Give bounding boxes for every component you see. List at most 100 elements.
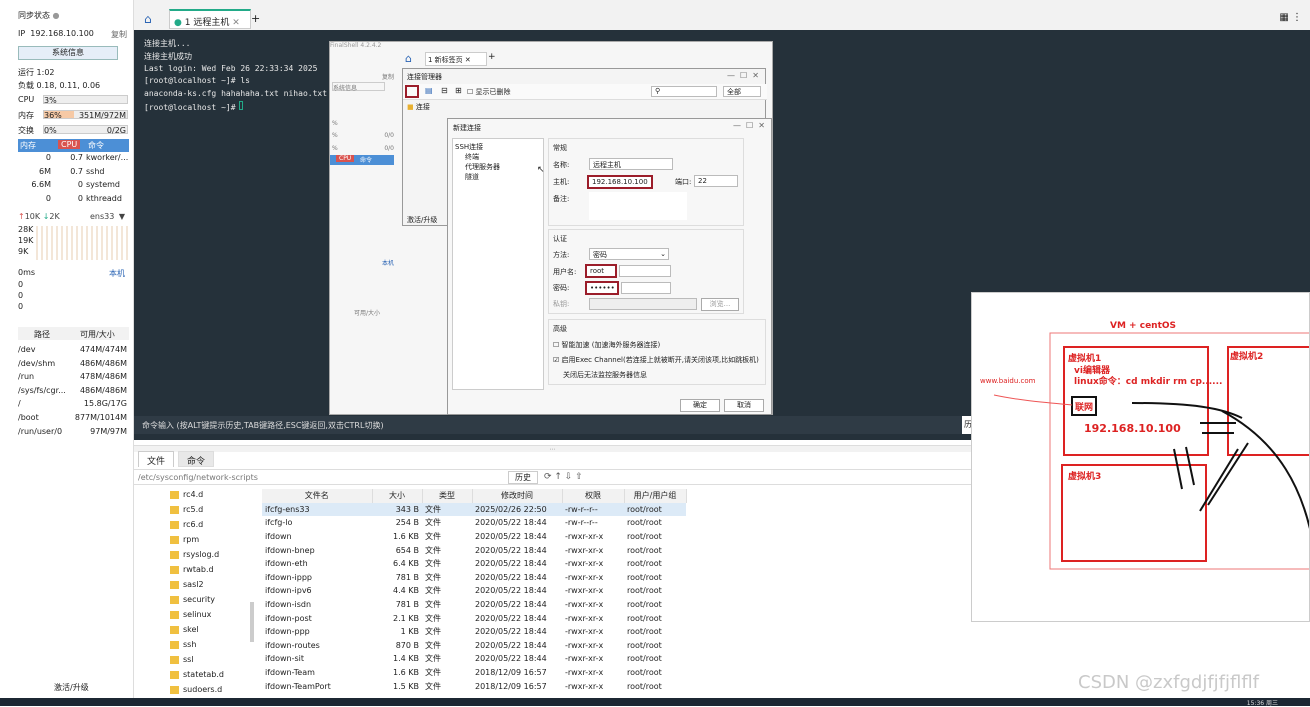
table-row[interactable]: ifcfg-lo 254 B 文件 2020/05/22 18:44 -rw-r--r-… xyxy=(262,516,686,530)
table-cell: 2020/05/22 18:44 xyxy=(475,532,547,542)
tree-tunnel[interactable]: 隧道 xyxy=(465,172,479,182)
table-cell: 2020/05/22 18:44 xyxy=(475,627,547,637)
disk-path: /sys/fs/cgr... xyxy=(18,385,66,395)
tree-ssh[interactable]: SSH连接 xyxy=(455,142,483,152)
table-row[interactable]: ifdown-bnep 654 B 文件 2020/05/22 18:44 -rwxr-… xyxy=(262,543,686,557)
col-cpu[interactable]: CPU xyxy=(58,140,81,149)
private-key-input[interactable] xyxy=(589,298,697,310)
history-button[interactable]: 历史 xyxy=(508,471,538,484)
method-select[interactable]: 密码 ⌄ xyxy=(589,248,669,260)
tree-folder[interactable]: rc5.d xyxy=(170,505,203,514)
cancel-button[interactable]: 取消 xyxy=(724,399,764,412)
path-input[interactable]: /etc/sysconfig/network-scripts xyxy=(138,473,258,482)
conn-toolbar: ▤ ⊟ ⊞ ☐ 显示已删除 ⚲ 全部 xyxy=(403,84,767,100)
smart-accel-checkbox[interactable]: ☐ 智能加速 (加速海外服务器连接) xyxy=(553,340,660,350)
expand-icon[interactable]: ⊞ xyxy=(455,86,462,95)
show-deleted-checkbox[interactable]: ☐ 显示已删除 xyxy=(467,87,511,97)
password-input[interactable]: •••••• xyxy=(585,281,619,295)
folder-icon[interactable]: ⌂ xyxy=(144,12,152,26)
table-cell: 6.4 KB xyxy=(393,559,419,569)
sysinfo-button[interactable]: 系统信息 xyxy=(18,46,118,60)
refresh-icon[interactable]: ⟳ ↑ ⇩ ⇧ xyxy=(544,472,583,482)
command-input[interactable]: 命令输入 (按ALT键提示历史,TAB键路径,ESC键返回,双击CTRL切换) xyxy=(134,416,974,434)
new-connection-icon[interactable] xyxy=(405,85,419,98)
add-tab-button[interactable]: + xyxy=(251,12,260,25)
tree-folder[interactable]: rsyslog.d xyxy=(170,550,219,559)
table-row[interactable]: ifdown-ipv6 4.4 KB 文件 2020/05/22 18:44 -rwxr… xyxy=(262,584,686,598)
table-row[interactable]: ifdown-sit 1.4 KB 文件 2020/05/22 18:44 -rwxr-… xyxy=(262,652,686,666)
column-header[interactable]: 大小 xyxy=(372,489,423,503)
copy-link[interactable]: 复制 xyxy=(111,29,127,40)
search-input[interactable]: ⚲ xyxy=(651,86,717,97)
tree-folder[interactable]: security xyxy=(170,595,215,604)
tab-remote-host[interactable]: ● 1 远程主机 ✕ xyxy=(169,9,251,29)
ping-target[interactable]: 本机 xyxy=(109,268,125,279)
name-input[interactable]: 远程主机 xyxy=(589,158,673,170)
table-row[interactable]: ifdown-eth 6.4 KB 文件 2020/05/22 18:44 -rwxr-… xyxy=(262,557,686,571)
tree-folder[interactable]: sasl2 xyxy=(170,580,204,589)
tree-folder[interactable]: rc4.d xyxy=(170,490,203,499)
username-input[interactable]: root xyxy=(585,264,617,278)
table-cell: 1 KB xyxy=(400,627,419,637)
process-mem: 6M xyxy=(39,166,51,176)
window-controls[interactable]: — ☐ ✕ xyxy=(727,71,759,80)
process-cmd: kworker/... xyxy=(86,153,129,162)
column-header[interactable]: 修改时间 xyxy=(472,489,563,503)
remark-input[interactable] xyxy=(589,192,687,220)
splitter-handle[interactable]: ⋯ xyxy=(134,446,971,453)
tab-new[interactable]: 1 新标签页 ✕ xyxy=(425,52,487,66)
ok-button[interactable]: 确定 xyxy=(680,399,720,412)
table-row[interactable]: ifdown-post 2.1 KB 文件 2020/05/22 18:44 -rwxr… xyxy=(262,611,686,625)
add-tab-button[interactable]: + xyxy=(488,52,496,62)
tree-folder[interactable]: rc6.d xyxy=(170,520,203,529)
password-rest xyxy=(621,282,671,294)
tab-commands[interactable]: 命令 xyxy=(178,451,214,467)
folder-icon[interactable]: ⌂ xyxy=(405,52,412,65)
tree-folder[interactable]: rwtab.d xyxy=(170,565,214,574)
table-cell: 4.4 KB xyxy=(393,586,419,596)
tab-files[interactable]: 文件 xyxy=(138,451,174,467)
col-cmd[interactable]: 命令 xyxy=(88,140,104,151)
table-row[interactable]: ifdown-ppp 1 KB 文件 2020/05/22 18:44 -rwxr-xr… xyxy=(262,625,686,639)
collapse-icon[interactable]: ⊟ xyxy=(441,86,448,95)
table-row[interactable]: ifdown 1.6 KB 文件 2020/05/22 18:44 -rwxr-xr-x… xyxy=(262,530,686,544)
folder-icon[interactable]: ▤ xyxy=(425,86,433,95)
browse-button[interactable]: 浏览... xyxy=(701,298,739,311)
tree-folder[interactable]: ssh xyxy=(170,640,196,649)
host-input[interactable]: 192.168.10.100 xyxy=(587,175,653,189)
tree-folder[interactable]: sudoers.d xyxy=(170,685,222,694)
net-iface-select[interactable]: ens33 xyxy=(90,212,114,221)
column-header[interactable]: 用户/用户组 xyxy=(624,489,687,503)
activate-link[interactable]: 激活/升级 xyxy=(54,682,89,693)
table-row[interactable]: ifdown-TeamPort 1.5 KB 文件 2018/12/09 16:57 -… xyxy=(262,679,686,693)
grid-icon[interactable]: ▦ ⋮ xyxy=(1279,12,1302,23)
tree-folder[interactable]: selinux xyxy=(170,610,211,619)
port-input[interactable]: 22 xyxy=(694,175,738,187)
close-icon[interactable]: ✕ xyxy=(232,18,240,28)
column-header[interactable]: 权限 xyxy=(562,489,625,503)
table-row[interactable]: ifdown-Team 1.6 KB 文件 2018/12/09 16:57 -rwxr… xyxy=(262,666,686,680)
window-controls[interactable]: — ☐ ✕ xyxy=(733,121,765,130)
table-row[interactable]: ifdown-ippp 781 B 文件 2020/05/22 18:44 -rwxr-… xyxy=(262,571,686,585)
table-cell: root/root xyxy=(627,586,662,596)
folder-item[interactable]: ■ 连接 xyxy=(407,102,430,112)
table-cell: 781 B xyxy=(395,572,419,582)
tree-folder[interactable]: statetab.d xyxy=(170,670,224,679)
process-cmd: kthreadd xyxy=(86,193,122,203)
tree-scrollbar[interactable] xyxy=(250,602,254,642)
column-header[interactable]: 类型 xyxy=(422,489,473,503)
activate-link[interactable]: 激活/升级 xyxy=(407,215,437,225)
exec-channel-checkbox[interactable]: ☑ 启用Exec Channel(若连接上就被断开,请关闭该项,比如跳板机) xyxy=(553,355,759,365)
process-cpu: 0.7 xyxy=(70,166,83,176)
column-header[interactable]: 文件名 xyxy=(262,489,373,503)
col-mem[interactable]: 内存 xyxy=(20,140,36,151)
tree-terminal[interactable]: 终端 xyxy=(465,152,479,162)
table-row[interactable]: ifdown-routes 870 B 文件 2020/05/22 18:44 -rwx… xyxy=(262,639,686,653)
filter-select[interactable]: 全部 xyxy=(723,86,761,97)
tree-folder[interactable]: skel xyxy=(170,625,199,634)
tree-folder[interactable]: ssl xyxy=(170,655,194,664)
tree-proxy[interactable]: 代理服务器 xyxy=(465,162,500,172)
tree-folder[interactable]: rpm xyxy=(170,535,199,544)
table-row[interactable]: ifcfg-ens33 343 B 文件 2025/02/26 22:50 -rw-r-… xyxy=(262,502,686,517)
table-row[interactable]: ifdown-isdn 781 B 文件 2020/05/22 18:44 -rwxr-… xyxy=(262,598,686,612)
